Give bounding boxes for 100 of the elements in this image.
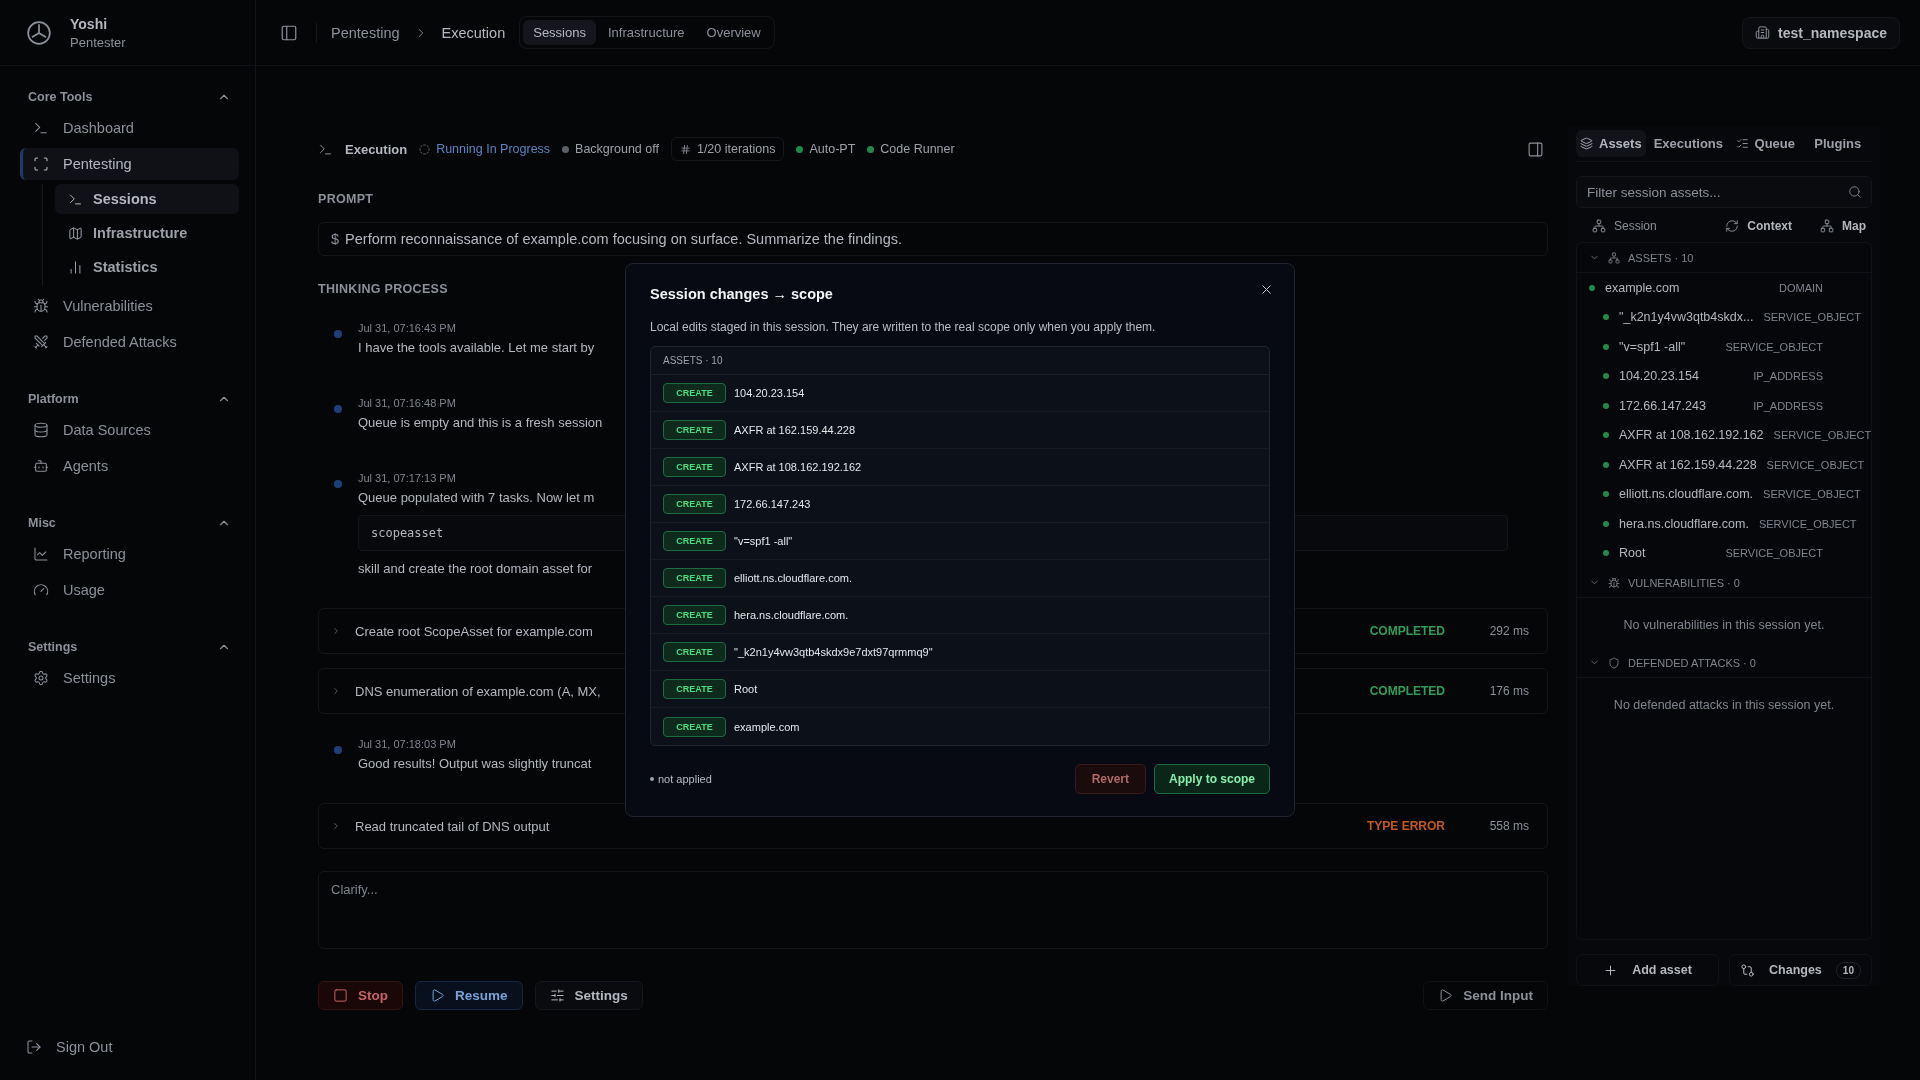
add-asset-button[interactable]: Add asset bbox=[1576, 954, 1719, 986]
breadcrumb-link[interactable]: Pentesting bbox=[331, 24, 400, 41]
timeline-dot bbox=[334, 746, 342, 754]
play-icon bbox=[430, 988, 445, 1003]
action-button[interactable]: Stop bbox=[318, 981, 403, 1010]
database-icon bbox=[33, 422, 49, 438]
status-dot bbox=[1603, 550, 1609, 557]
asset-name: 104.20.23.154 bbox=[734, 387, 805, 399]
bar-chart-icon bbox=[68, 259, 83, 275]
map-icon bbox=[68, 225, 83, 241]
timeline-dot bbox=[334, 330, 342, 338]
view-tab[interactable]: Overview bbox=[696, 20, 771, 45]
nav-subitem[interactable]: Sessions bbox=[55, 184, 239, 214]
clarify-input[interactable]: Clarify... bbox=[318, 871, 1548, 949]
asset-row[interactable]: Root SERVICE_OBJECT bbox=[1577, 538, 1871, 568]
nav-item[interactable]: Dashboard bbox=[20, 112, 239, 144]
panel-tab[interactable]: Plugins bbox=[1803, 130, 1872, 157]
panel-tab[interactable]: Assets bbox=[1576, 130, 1646, 157]
asset-row[interactable]: elliott.ns.cloudflare.com. SERVICE_OBJECT bbox=[1577, 479, 1871, 509]
bug-icon bbox=[1608, 576, 1620, 589]
filter-field[interactable]: Filter session assets... bbox=[1576, 176, 1872, 208]
group-header[interactable]: VULNERABILITIES · 0 bbox=[1577, 568, 1871, 598]
timeline-dot bbox=[334, 405, 342, 413]
status-dot bbox=[1603, 314, 1609, 321]
timestamp: Jul 31, 07:16:48 PM bbox=[358, 397, 457, 409]
hash-icon bbox=[679, 143, 691, 155]
breadcrumb-link[interactable]: Execution bbox=[441, 24, 506, 41]
panel-tab[interactable]: Queue bbox=[1731, 130, 1800, 157]
nav-item[interactable]: Pentesting bbox=[20, 148, 239, 180]
action-tag: CREATE bbox=[663, 642, 726, 662]
asset-row[interactable]: "_k2n1y4vw3qtb4skdx... SERVICE_OBJECT bbox=[1577, 302, 1871, 332]
mode-button[interactable]: Context bbox=[1719, 218, 1798, 234]
task-duration: 558 ms bbox=[1488, 819, 1529, 833]
action-tag: CREATE bbox=[663, 716, 726, 737]
play-icon bbox=[1438, 988, 1454, 1003]
nav-item[interactable]: Data Sources bbox=[20, 414, 239, 446]
asset-name: 172.66.147.243 bbox=[734, 498, 811, 510]
sliders-icon bbox=[549, 988, 565, 1003]
status-dot bbox=[1603, 520, 1609, 527]
section-title: Settings bbox=[28, 640, 78, 654]
compare-icon bbox=[1740, 962, 1756, 978]
status-label: Auto-PT bbox=[809, 142, 856, 156]
status-dot bbox=[1603, 432, 1609, 439]
nav-item[interactable]: Reporting bbox=[20, 538, 239, 570]
action-button[interactable]: Resume bbox=[415, 981, 523, 1010]
view-tab[interactable]: Infrastructure bbox=[597, 20, 695, 45]
task-status: TYPE ERROR bbox=[1367, 819, 1445, 833]
thought-text: Queue populated with 7 tasks. Now let m bbox=[358, 490, 595, 505]
nav-item[interactable]: Vulnerabilities bbox=[20, 290, 239, 322]
thought-text: Good results! Output was slightly truncat bbox=[358, 756, 592, 771]
asset-row[interactable]: AXFR at 108.162.192.162 SERVICE_OBJECT bbox=[1577, 420, 1871, 450]
action-tag: CREATE bbox=[663, 494, 726, 514]
status-label: Background off bbox=[575, 142, 659, 156]
plus-icon bbox=[1603, 962, 1619, 978]
status-dot bbox=[1603, 343, 1609, 350]
asset-row[interactable]: 104.20.23.154 IP_ADDRESS bbox=[1577, 361, 1871, 391]
network-icon bbox=[1820, 219, 1834, 233]
nav-subitem[interactable]: Infrastructure bbox=[55, 218, 239, 248]
task-duration: 176 ms bbox=[1488, 684, 1529, 698]
action-button[interactable]: Settings bbox=[534, 981, 643, 1010]
empty-message: No vulnerabilities in this session yet. bbox=[1622, 617, 1826, 634]
sign-out-link[interactable]: Sign Out bbox=[0, 1014, 255, 1080]
nav-item[interactable]: Settings bbox=[20, 662, 239, 694]
terminal-icon bbox=[33, 120, 49, 136]
user-role: Pentester bbox=[70, 34, 126, 50]
nav-item[interactable]: Defended Attacks bbox=[20, 326, 239, 358]
chevron-right-icon bbox=[331, 821, 341, 831]
asset-row[interactable]: example.com DOMAIN bbox=[1577, 273, 1871, 303]
group-header[interactable]: ASSETS · 10 bbox=[1577, 243, 1871, 273]
action-tag: CREATE bbox=[663, 420, 726, 440]
section-label: PROMPT bbox=[318, 192, 374, 206]
section-title: Misc bbox=[28, 516, 56, 530]
apply-status: not applied bbox=[658, 773, 712, 785]
mode-button[interactable]: Session bbox=[1586, 218, 1663, 234]
changes-button[interactable]: Changes 10 bbox=[1729, 954, 1872, 986]
action-tag: CREATE bbox=[663, 679, 726, 699]
apply-button[interactable]: Apply to scope bbox=[1154, 764, 1270, 794]
group-header[interactable]: DEFENDED ATTACKS · 0 bbox=[1577, 648, 1871, 678]
nav-item[interactable]: Agents bbox=[20, 450, 239, 482]
panel-tab[interactable]: Executions bbox=[1649, 130, 1727, 157]
task-status: COMPLETED bbox=[1369, 684, 1445, 698]
action-tag: CREATE bbox=[663, 383, 726, 403]
asset-row[interactable]: AXFR at 162.159.44.228 SERVICE_OBJECT bbox=[1577, 450, 1871, 480]
mode-button[interactable]: Map bbox=[1814, 218, 1872, 234]
nav-subitem[interactable]: Statistics bbox=[55, 252, 239, 282]
view-tab[interactable]: Sessions bbox=[523, 20, 596, 45]
chevron-right-icon bbox=[331, 626, 341, 636]
asset-name: AXFR at 108.162.192.162 bbox=[734, 461, 862, 473]
nav-item[interactable]: Usage bbox=[20, 574, 239, 606]
revert-button[interactable]: Revert bbox=[1074, 764, 1146, 794]
asset-row[interactable]: 172.66.147.243 IP_ADDRESS bbox=[1577, 391, 1871, 421]
asset-row[interactable]: hera.ns.cloudflare.com. SERVICE_OBJECT bbox=[1577, 509, 1871, 539]
status-dot bbox=[650, 777, 654, 781]
task-duration: 292 ms bbox=[1488, 624, 1529, 638]
send-input-button[interactable]: Send Input bbox=[1423, 981, 1548, 1010]
namespace-button[interactable]: test_namespace bbox=[1742, 16, 1900, 49]
timestamp: Jul 31, 07:16:43 PM bbox=[358, 322, 457, 334]
status-dot bbox=[1603, 402, 1609, 409]
asset-row[interactable]: "v=spf1 -all" SERVICE_OBJECT bbox=[1577, 332, 1871, 362]
timeline-dot bbox=[334, 480, 342, 488]
